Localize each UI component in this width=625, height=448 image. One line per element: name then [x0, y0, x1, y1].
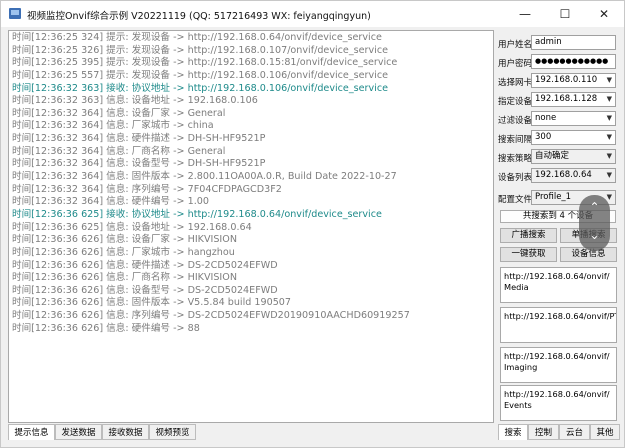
media-url-box[interactable]: http://192.168.0.64/onvif/ Media	[500, 267, 617, 303]
log-line: 时间[12:36:32 364] 信息: 序列编号 -> 7F04CFDPAGC…	[12, 183, 282, 195]
tab-video-preview[interactable]: 视频预览	[149, 424, 196, 440]
log-line: 时间[12:36:25 324] 提示: 发现设备 -> http://192.…	[12, 32, 382, 43]
imaging-url-line2: Imaging	[504, 362, 538, 372]
tab-receive-data[interactable]: 接收数据	[102, 424, 149, 440]
profile-value: Profile_1	[535, 192, 572, 202]
nic-value: 192.168.0.110	[535, 75, 598, 85]
log-line: 时间[12:36:36 626] 信息: 设备型号 -> DS-2CD5024E…	[12, 284, 278, 296]
device-list-select[interactable]: 192.168.0.64 ▼	[531, 168, 616, 183]
device-label: 指定设备	[498, 97, 533, 107]
chevron-down-icon: ▼	[606, 133, 612, 141]
device-list-value: 192.168.0.64	[535, 170, 592, 180]
log-line: 时间[12:36:32 363] 信息: 设备地址 -> 192.168.0.1…	[12, 95, 258, 107]
imaging-url-box[interactable]: http://192.168.0.64/onvif/ Imaging	[500, 347, 617, 383]
tab-other[interactable]: 其他	[590, 424, 620, 440]
device-value: 192.168.1.128	[535, 94, 598, 104]
media-url-line1: http://192.168.0.64/onvif/	[504, 271, 610, 281]
app-icon	[9, 8, 21, 19]
log-line: 时间[12:36:25 395] 提示: 发现设备 -> http://192.…	[12, 57, 398, 69]
tab-send-data[interactable]: 发送数据	[55, 424, 102, 440]
log-line: 时间[12:36:36 626] 信息: 序列编号 -> DS-2CD5024E…	[12, 310, 410, 322]
media-url-line2: Media	[504, 282, 529, 292]
interval-label: 搜索间隔	[498, 135, 533, 145]
strategy-select[interactable]: 自动确定 ▼	[531, 149, 616, 164]
scroll-overlay[interactable]: ⌃ ⌄	[579, 195, 610, 251]
tab-ptz[interactable]: 云台	[559, 424, 590, 440]
ptz-url-line1: http://192.168.0.64/onvif/PTZ	[504, 311, 617, 321]
events-url-line1: http://192.168.0.64/onvif/	[504, 389, 610, 399]
profile-label: 配置文件	[498, 195, 533, 205]
strategy-value: 自动确定	[535, 151, 570, 161]
nic-label: 选择网卡	[498, 78, 533, 88]
log-line: 时间[12:36:32 364] 信息: 设备厂家 -> General	[12, 107, 226, 119]
app-window: 视频监控Onvif综合示例 V20221119 (QQ: 517216493 W…	[0, 0, 625, 448]
minimize-button[interactable]: —	[505, 1, 545, 27]
log-line: 时间[12:36:36 626] 信息: 固件版本 -> V5.5.84 bui…	[12, 297, 292, 309]
log-line: 时间[12:36:25 326] 提示: 发现设备 -> http://192.…	[12, 44, 389, 56]
filter-label: 过滤设备	[498, 116, 533, 126]
log-line: 时间[12:36:32 364] 信息: 硬件描述 -> DH-SH-HF952…	[12, 133, 266, 145]
log-line: 时间[12:36:32 364] 信息: 厂商名称 -> General	[12, 145, 226, 157]
log-line: 时间[12:36:36 626] 信息: 设备厂家 -> HIKVISION	[12, 234, 237, 246]
device-select[interactable]: 192.168.1.128 ▼	[531, 92, 616, 107]
log-output[interactable]: 时间[12:36:25 324] 提示: 发现设备 -> http://192.…	[8, 30, 494, 423]
log-line: 时间[12:36:32 364] 信息: 厂家城市 -> china	[12, 120, 214, 132]
chevron-down-icon: ▼	[606, 114, 612, 122]
events-url-line2: Events	[504, 400, 532, 410]
broadcast-search-button[interactable]: 广播搜索	[500, 228, 557, 243]
log-line: 时间[12:36:36 625] 信息: 设备地址 -> 192.168.0.6…	[12, 221, 252, 233]
filter-select[interactable]: none ▼	[531, 111, 616, 126]
imaging-url-line1: http://192.168.0.64/onvif/	[504, 351, 610, 361]
password-input[interactable]: ●●●●●●●●●●●●	[531, 54, 616, 69]
chevron-down-icon: ▼	[606, 76, 612, 84]
title-bar: 视频监控Onvif综合示例 V20221119 (QQ: 517216493 W…	[1, 1, 624, 27]
interval-value: 300	[535, 132, 552, 142]
filter-value: none	[535, 113, 557, 123]
log-line: 时间[12:36:36 625] 接收: 协议地址 -> http://192.…	[12, 208, 382, 220]
log-line: 时间[12:36:32 363] 接收: 协议地址 -> http://192.…	[12, 82, 389, 94]
close-button[interactable]: ✕	[584, 1, 624, 27]
scroll-up-icon[interactable]: ⌃	[579, 200, 610, 214]
chevron-down-icon: ▼	[606, 152, 612, 160]
scroll-down-icon[interactable]: ⌄	[579, 228, 610, 242]
strategy-label: 搜索策略	[498, 154, 533, 164]
password-label: 用户密码	[498, 59, 533, 69]
nic-select[interactable]: 192.168.0.110 ▼	[531, 73, 616, 88]
window-title: 视频监控Onvif综合示例 V20221119 (QQ: 517216493 W…	[27, 11, 371, 22]
chevron-down-icon: ▼	[606, 95, 612, 103]
log-line: 时间[12:36:32 364] 信息: 设备型号 -> DH-SH-HF952…	[12, 158, 266, 170]
device-list-label: 设备列表	[498, 173, 533, 183]
tab-control[interactable]: 控制	[528, 424, 559, 440]
maximize-button[interactable]: ☐	[545, 1, 585, 27]
username-label: 用户姓名	[498, 40, 533, 50]
log-line: 时间[12:36:36 626] 信息: 硬件描述 -> DS-2CD5024E…	[12, 259, 278, 271]
interval-select[interactable]: 300 ▼	[531, 130, 616, 145]
one-click-fetch-button[interactable]: 一键获取	[500, 247, 557, 262]
log-line: 时间[12:36:36 626] 信息: 硬件编号 -> 88	[12, 322, 200, 334]
tab-search[interactable]: 搜索	[498, 424, 528, 440]
ptz-url-box[interactable]: http://192.168.0.64/onvif/PTZ	[500, 307, 617, 343]
log-line: 时间[12:36:32 364] 信息: 硬件编号 -> 1.00	[12, 196, 209, 208]
log-line: 时间[12:36:25 557] 提示: 发现设备 -> http://192.…	[12, 69, 389, 81]
log-line: 时间[12:36:32 364] 信息: 固件版本 -> 2.800.11OA0…	[12, 171, 397, 183]
events-url-box[interactable]: http://192.168.0.64/onvif/ Events	[500, 385, 617, 421]
log-line: 时间[12:36:36 626] 信息: 厂商名称 -> HIKVISION	[12, 272, 237, 284]
username-input[interactable]: admin	[531, 35, 616, 50]
chevron-down-icon: ▼	[606, 171, 612, 179]
tab-prompt-info[interactable]: 提示信息	[8, 424, 55, 440]
log-line: 时间[12:36:36 626] 信息: 厂家城市 -> hangzhou	[12, 246, 235, 258]
